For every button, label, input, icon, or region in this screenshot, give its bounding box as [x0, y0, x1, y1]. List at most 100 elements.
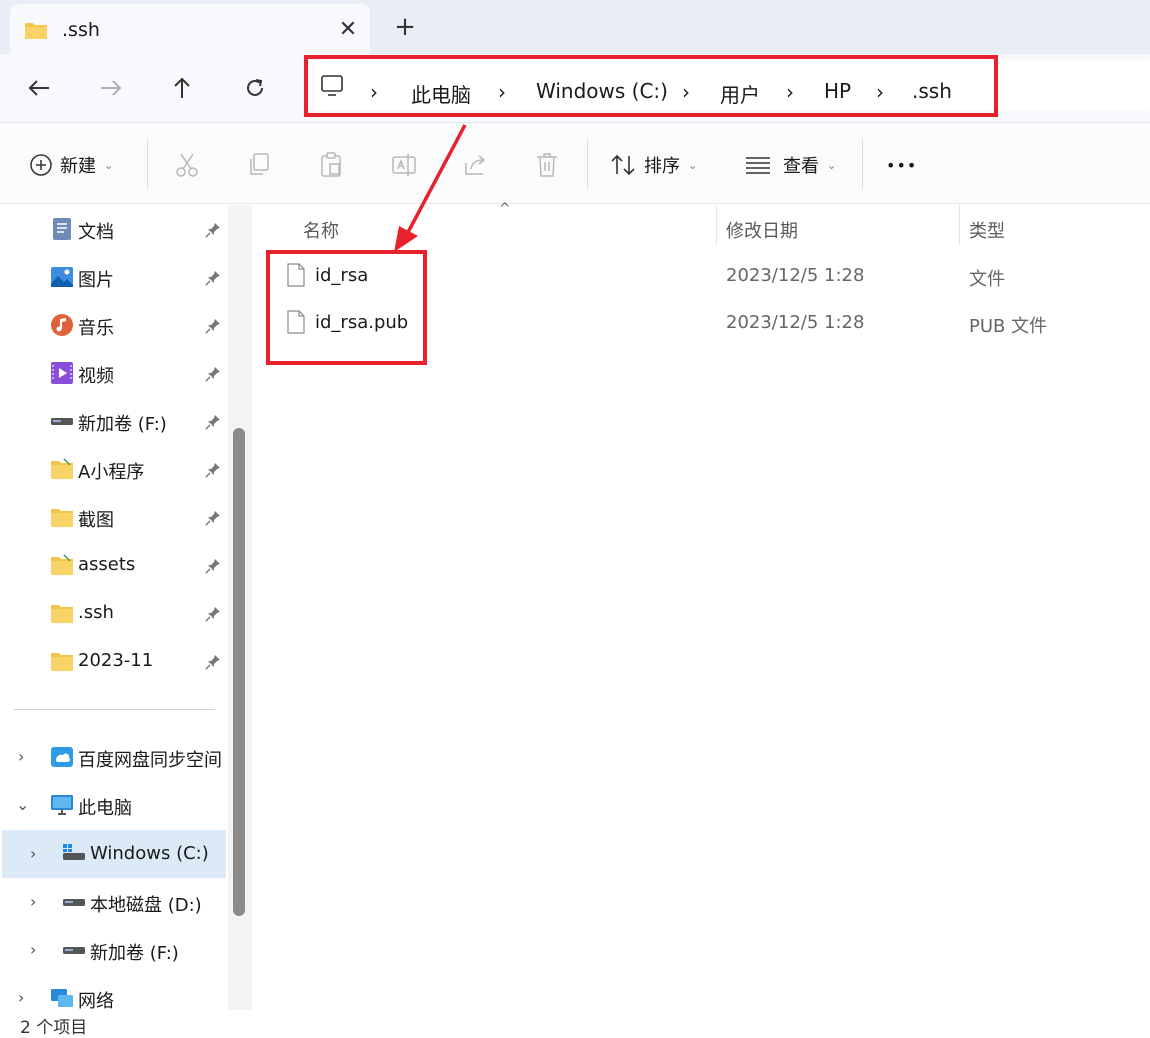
command-bar: 新建 ⌄ 排序 ⌄ 查看 ⌄ •••	[0, 122, 1150, 204]
sidebar-item-label: 2023-11	[78, 650, 154, 671]
sidebar-item-pictures[interactable]: 图片	[0, 255, 228, 299]
status-bar: 2 个项目	[0, 1010, 1150, 1038]
sidebar-item-label: 视频	[78, 366, 114, 387]
sidebar-item-a-miniprogram[interactable]: A小程序	[0, 447, 228, 491]
sidebar-item-drive-f[interactable]: 新加卷 (F:)	[0, 399, 228, 443]
back-arrow-icon[interactable]	[17, 68, 61, 108]
refresh-icon[interactable]	[233, 68, 277, 108]
view-label: 查看	[783, 156, 819, 177]
sidebar-item-music[interactable]: 音乐	[0, 303, 228, 347]
sidebar-item-label: 截图	[78, 510, 114, 531]
toolbar-divider	[587, 139, 588, 189]
pin-icon[interactable]	[205, 510, 221, 526]
sidebar-item-2023-11[interactable]: 2023-11	[0, 639, 228, 683]
sidebar-item-label: 音乐	[78, 318, 114, 339]
chevron-right-icon[interactable]: ›	[18, 988, 24, 1007]
pin-icon[interactable]	[205, 558, 221, 574]
up-arrow-icon[interactable]	[160, 68, 204, 108]
file-type: PUB 文件	[969, 316, 1048, 337]
pin-icon[interactable]	[205, 270, 221, 286]
annotation-arrow	[394, 124, 467, 252]
sidebar-item-label: Windows (C:)	[90, 843, 209, 864]
sidebar-item-baidu-sync[interactable]: › 百度网盘同步空间	[0, 735, 228, 779]
pin-icon[interactable]	[205, 414, 221, 430]
more-options-button[interactable]: •••	[886, 147, 917, 183]
pin-icon[interactable]	[205, 366, 221, 382]
chevron-right-icon[interactable]: ›	[30, 844, 36, 863]
add-circle-icon	[30, 154, 52, 176]
chevron-down-icon: ⌄	[688, 158, 698, 172]
pin-icon[interactable]	[205, 318, 221, 334]
folder-icon	[51, 605, 73, 623]
column-divider[interactable]	[959, 205, 960, 245]
pin-icon[interactable]	[205, 606, 221, 622]
delete-icon[interactable]	[535, 147, 559, 183]
navigation-pane: 文档 图片 音乐 视频 新加卷 (F:) A小程序 截图 assets .ssh	[0, 205, 250, 1012]
column-header-date[interactable]: 修改日期	[726, 217, 798, 243]
documents-icon	[53, 218, 71, 240]
sidebar-item-label: 新加卷 (F:)	[78, 414, 167, 435]
new-button[interactable]: 新建 ⌄	[30, 147, 113, 183]
sidebar-item-windows-c[interactable]: › Windows (C:)	[0, 832, 228, 876]
plus-icon[interactable]: +	[388, 10, 422, 44]
network-icon	[51, 989, 73, 1007]
file-date: 2023/12/5 1:28	[726, 265, 865, 286]
tab-title: .ssh	[62, 19, 100, 41]
sidebar-item-label: 新加卷 (F:)	[90, 943, 179, 964]
files-highlight-box	[266, 250, 427, 365]
pin-icon[interactable]	[205, 462, 221, 478]
folder-icon	[51, 653, 73, 671]
sidebar-item-label: assets	[78, 554, 136, 575]
toolbar-divider	[862, 139, 863, 189]
forward-arrow-icon[interactable]	[89, 68, 133, 108]
sidebar-item-drive-d[interactable]: › 本地磁盘 (D:)	[0, 880, 228, 924]
pictures-icon	[51, 267, 73, 287]
music-icon	[51, 314, 73, 336]
column-header-type[interactable]: 类型	[969, 217, 1005, 243]
sidebar-item-videos[interactable]: 视频	[0, 351, 228, 395]
tab-ssh[interactable]: .ssh ✕	[10, 4, 370, 54]
sidebar-item-this-pc[interactable]: ⌄ 此电脑	[0, 783, 228, 827]
sidebar-divider	[14, 709, 215, 710]
folder-icon	[25, 23, 47, 39]
pin-icon[interactable]	[205, 222, 221, 238]
sort-indicator-icon: ^	[499, 201, 511, 217]
sidebar-item-label: 百度网盘同步空间	[78, 750, 222, 771]
chevron-right-icon[interactable]: ›	[30, 892, 36, 911]
folder-icon	[51, 554, 73, 575]
sort-label: 排序	[644, 156, 680, 177]
copy-icon[interactable]	[247, 147, 271, 183]
drive-icon	[51, 418, 73, 425]
pin-icon[interactable]	[205, 654, 221, 670]
column-header-name[interactable]: 名称	[303, 217, 339, 243]
sidebar-item-label: A小程序	[78, 462, 145, 483]
sidebar-item-assets[interactable]: assets	[0, 543, 228, 587]
chevron-right-icon[interactable]: ›	[30, 940, 36, 959]
drive-icon	[63, 947, 85, 954]
cut-icon[interactable]	[175, 147, 199, 183]
sidebar-item-drive-f-tree[interactable]: › 新加卷 (F:)	[0, 928, 228, 972]
chevron-down-icon[interactable]: ⌄	[16, 795, 29, 814]
chevron-down-icon: ⌄	[104, 158, 114, 172]
sidebar-item-screenshots[interactable]: 截图	[0, 495, 228, 539]
paste-icon[interactable]	[319, 147, 343, 183]
windows-drive-icon	[63, 844, 85, 860]
computer-icon	[51, 795, 73, 815]
new-label: 新建	[60, 156, 96, 177]
sidebar-item-label: 本地磁盘 (D:)	[90, 895, 202, 916]
item-count: 2 个项目	[20, 1018, 88, 1038]
sidebar-scrollbar-thumb[interactable]	[233, 428, 245, 916]
file-date: 2023/12/5 1:28	[726, 312, 865, 333]
sidebar-item-label: 此电脑	[78, 798, 132, 819]
close-icon[interactable]: ✕	[332, 14, 364, 46]
chevron-down-icon: ⌄	[827, 158, 837, 172]
sidebar-item-ssh[interactable]: .ssh	[0, 591, 228, 635]
sidebar-item-documents[interactable]: 文档	[0, 207, 228, 251]
sort-button[interactable]: 排序 ⌄	[610, 147, 697, 183]
chevron-right-icon[interactable]: ›	[18, 747, 24, 766]
file-type: 文件	[969, 269, 1005, 290]
videos-icon	[51, 362, 73, 384]
column-divider[interactable]	[716, 205, 717, 245]
folder-icon	[51, 509, 73, 527]
view-button[interactable]: 查看 ⌄	[745, 147, 836, 183]
